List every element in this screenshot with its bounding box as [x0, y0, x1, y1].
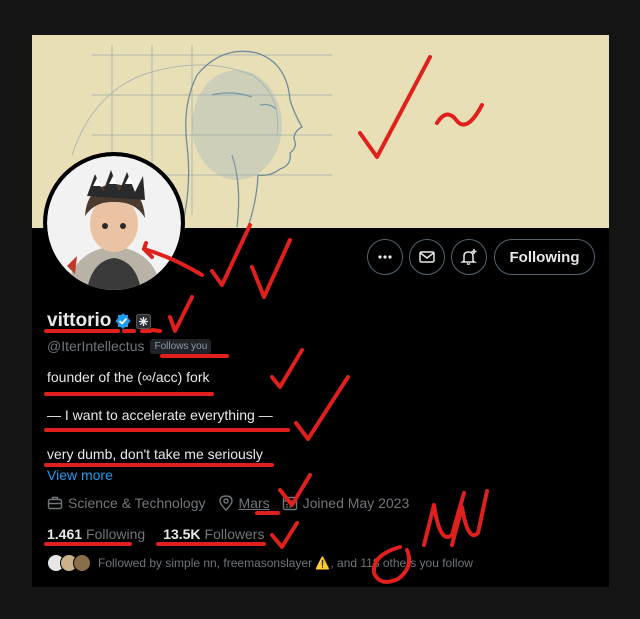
- profile-panel: Following vittorio @IterIntellectus Foll…: [32, 35, 609, 587]
- briefcase-icon: [47, 496, 63, 510]
- handle: @IterIntellectus: [47, 338, 145, 354]
- display-name: vittorio: [47, 310, 112, 331]
- profile-actions: Following: [32, 239, 609, 279]
- following-label: Following: [86, 526, 146, 542]
- category-item: Science & Technology: [47, 495, 206, 511]
- following-button[interactable]: Following: [494, 239, 595, 275]
- checkmark-annotation: [270, 348, 304, 389]
- bell-plus-icon: [460, 249, 477, 265]
- checkmark-annotation: [294, 375, 350, 441]
- checkmark-annotation: [168, 295, 194, 333]
- verified-badge-icon[interactable]: [114, 312, 132, 330]
- following-count: 1.461: [47, 526, 83, 542]
- follows-you-badge: Follows you: [150, 338, 212, 354]
- following-count-link[interactable]: 1.461 Following: [47, 526, 145, 542]
- affiliate-badge-icon[interactable]: [136, 313, 152, 329]
- handle-row: @IterIntellectus Follows you: [47, 338, 212, 354]
- more-icon: [378, 255, 392, 259]
- avatar: [73, 554, 91, 572]
- view-more-link[interactable]: View more: [47, 467, 113, 483]
- mail-icon: [419, 251, 435, 263]
- double-check-annotation: [450, 489, 489, 547]
- followers-label: Followers: [204, 526, 265, 542]
- location-link[interactable]: Mars: [239, 495, 270, 511]
- bio-line-1: founder of the (∞/acc) fork: [47, 369, 210, 385]
- followed-by-text: Followed by simple nn, freemasonslayer ⚠…: [98, 556, 473, 570]
- joined-item: Joined May 2023: [282, 495, 410, 511]
- bio-line-2: — I want to accelerate everything —: [47, 407, 273, 423]
- calendar-icon: [282, 496, 297, 511]
- followers-count-link[interactable]: 13.5K Followers: [163, 526, 264, 542]
- bio-line-3: very dumb, don't take me seriously: [47, 446, 263, 462]
- more-button[interactable]: [367, 239, 403, 275]
- follow-counts: 1.461 Following 13.5K Followers: [47, 526, 282, 542]
- followed-by-row[interactable]: Followed by simple nn, freemasonslayer ⚠…: [47, 554, 473, 572]
- display-name-row: vittorio: [47, 310, 152, 332]
- location-item: Mars: [218, 495, 270, 511]
- underline-annotation: [150, 328, 162, 333]
- profile-meta: Science & Technology Mars Joined May 202…: [47, 495, 421, 511]
- category-label: Science & Technology: [68, 495, 206, 511]
- follower-avatars: [47, 554, 91, 572]
- location-pin-icon: [218, 495, 233, 511]
- followers-count: 13.5K: [163, 526, 201, 542]
- joined-label: Joined May 2023: [302, 495, 410, 511]
- message-button[interactable]: [409, 239, 445, 275]
- double-check-annotation: [422, 491, 466, 547]
- notify-button[interactable]: [451, 239, 487, 275]
